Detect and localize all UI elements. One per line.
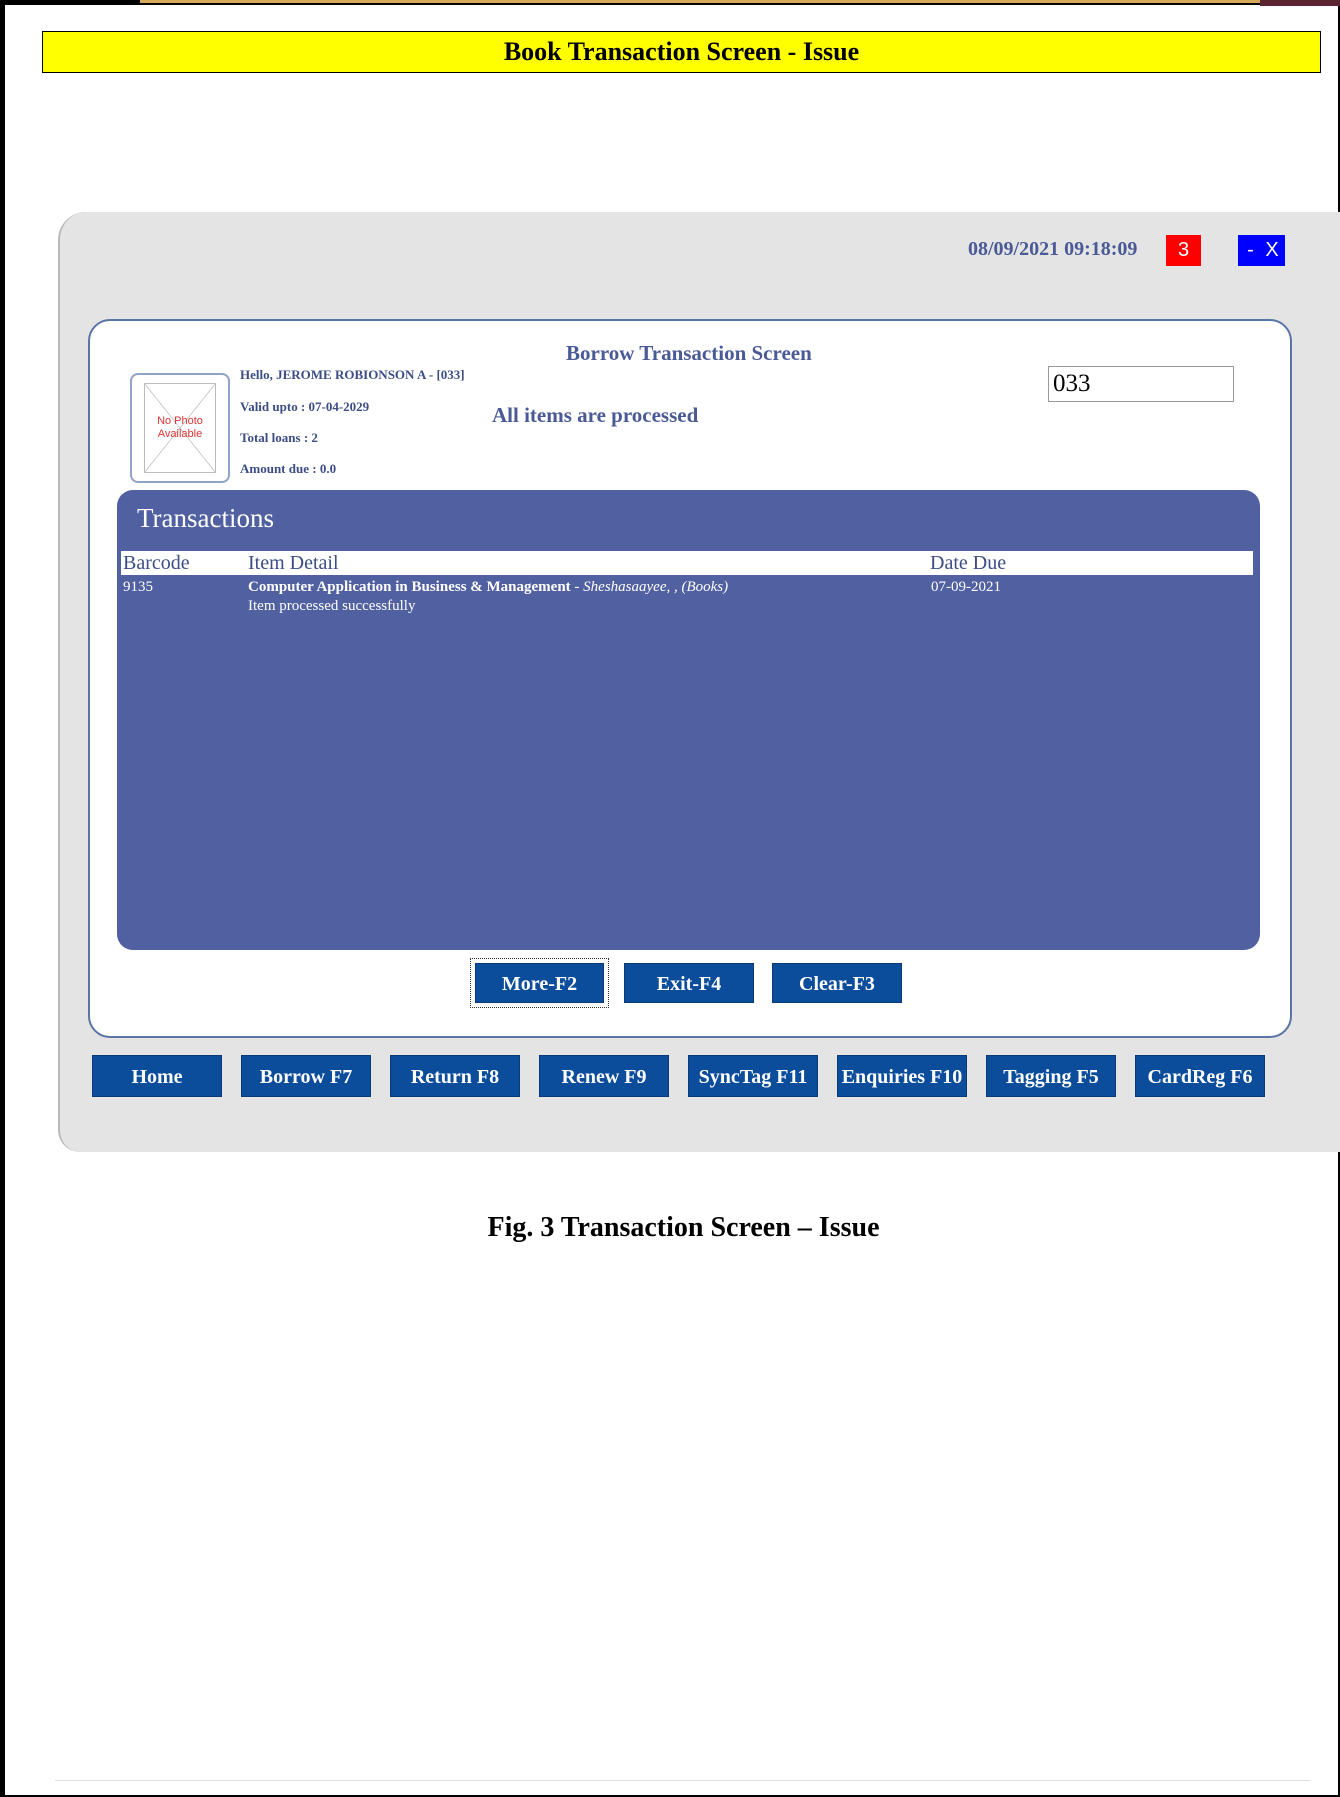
nav-return-button[interactable]: Return F8 <box>390 1055 520 1097</box>
patron-valid-upto: Valid upto : 07-04-2029 <box>240 399 370 414</box>
corner-mark <box>1260 0 1340 6</box>
row-item-note: Item processed successfully <box>248 598 416 614</box>
datetime-display: 08/09/2021 09:18:09 <box>968 238 1138 260</box>
row-item-separator: - <box>570 579 584 595</box>
patron-photo: No Photo Available <box>130 373 230 483</box>
patron-amount-due: Amount due : 0.0 <box>240 461 337 476</box>
row-date-due: 07-09-2021 <box>931 579 1001 595</box>
patron-id-input[interactable] <box>1048 366 1234 402</box>
column-header-barcode: Barcode <box>123 552 190 574</box>
exit-button[interactable]: Exit-F4 <box>624 963 754 1003</box>
patron-total-loans: Total loans : 2 <box>240 430 318 445</box>
nav-synctag-button[interactable]: SyncTag F11 <box>688 1055 818 1097</box>
nav-borrow-button[interactable]: Borrow F7 <box>241 1055 371 1097</box>
nav-cardreg-button[interactable]: CardReg F6 <box>1135 1055 1265 1097</box>
more-button[interactable]: More-F2 <box>470 958 609 1008</box>
no-photo-line1: No Photo <box>157 415 203 427</box>
bottom-rule <box>55 1780 1310 1781</box>
row-item-title: Computer Application in Business & Manag… <box>248 579 571 595</box>
row-barcode: 9135 <box>123 579 153 595</box>
no-photo-line2: Available <box>157 428 203 440</box>
patron-greeting: Hello, JEROME ROBIONSON A - [033] <box>240 367 465 382</box>
top-rule <box>140 0 1260 3</box>
transactions-title: Transactions <box>137 503 275 533</box>
nav-tagging-button[interactable]: Tagging F5 <box>986 1055 1116 1097</box>
close-button[interactable]: X <box>1259 235 1285 266</box>
screen-title: Borrow Transaction Screen <box>566 341 812 365</box>
row-item-author: Sheshasaayee, , (Books) <box>583 579 729 595</box>
clear-button[interactable]: Clear-F3 <box>772 963 902 1003</box>
nav-renew-button[interactable]: Renew F9 <box>539 1055 669 1097</box>
figure-caption: Fig. 3 Transaction Screen – Issue <box>487 1212 880 1243</box>
column-header-date-due: Date Due <box>930 552 1007 574</box>
no-photo-text: No Photo Available <box>132 415 228 441</box>
row-item-detail[interactable]: Computer Application in Business & Manag… <box>248 579 728 596</box>
column-header-item-detail: Item Detail <box>248 552 339 574</box>
page-banner: Book Transaction Screen - Issue <box>42 31 1321 73</box>
status-message: All items are processed <box>492 403 699 427</box>
nav-enquiries-button[interactable]: Enquiries F10 <box>837 1055 967 1097</box>
nav-home-button[interactable]: Home <box>92 1055 222 1097</box>
notification-badge[interactable]: 3 <box>1166 235 1201 266</box>
